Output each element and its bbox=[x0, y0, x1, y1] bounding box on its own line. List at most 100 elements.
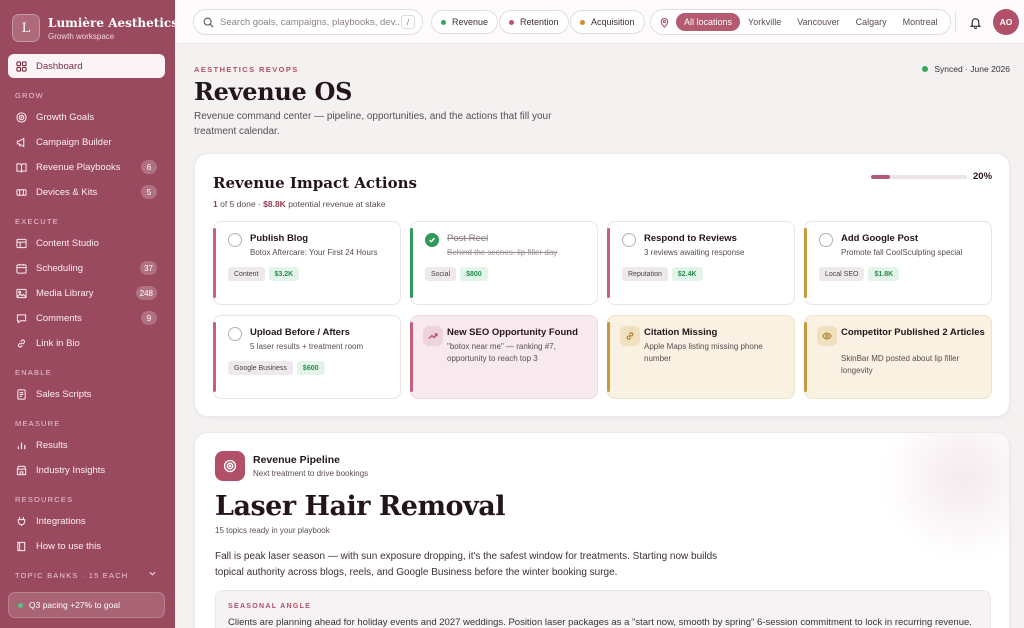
tile-title: Add Google Post bbox=[841, 233, 919, 244]
sidebar-item-dashboard[interactable]: Dashboard bbox=[8, 54, 165, 78]
section-topic-banks[interactable]: TOPIC BANKS · 15 EACH bbox=[8, 559, 165, 585]
category-tag: Reputation bbox=[622, 267, 668, 281]
tile-title: Publish Blog bbox=[250, 233, 309, 244]
checkmark-icon bbox=[429, 237, 435, 243]
bar-chart-icon bbox=[17, 442, 26, 449]
tile-description: Behind the scenes: lip filler day bbox=[447, 248, 558, 257]
bell-icon bbox=[969, 17, 981, 29]
sidebar-item-devices-kits[interactable]: Devices & Kits 5 bbox=[8, 180, 165, 204]
plug-icon bbox=[17, 516, 26, 526]
location-tab-all[interactable]: All locations bbox=[676, 13, 741, 31]
sidebar-item-label: Comments bbox=[36, 312, 82, 324]
sidebar-item-revenue-playbooks[interactable]: Revenue Playbooks 6 bbox=[8, 155, 165, 179]
sidebar-item-link-in-bio[interactable]: Link in Bio bbox=[8, 331, 165, 355]
status-dot bbox=[922, 66, 929, 72]
sidebar-item-sales-scripts[interactable]: Sales Scripts bbox=[8, 382, 165, 406]
category-tag: Content bbox=[228, 267, 265, 281]
search-input[interactable] bbox=[220, 16, 400, 28]
seasonal-angle-text: Clients are planning ahead for holiday e… bbox=[228, 617, 972, 628]
tile-accent bbox=[410, 322, 413, 392]
tile-accent bbox=[607, 322, 610, 392]
potential-label: potential revenue at stake bbox=[288, 199, 386, 209]
avatar[interactable]: AO bbox=[993, 9, 1019, 35]
count-badge: 5 bbox=[141, 185, 157, 199]
sidebar-item-how-to-use[interactable]: How to use this bbox=[8, 534, 165, 558]
action-tile-publish-blog[interactable]: Publish Blog Botox Aftercare: Your First… bbox=[213, 221, 401, 305]
count-badge: 6 bbox=[141, 160, 157, 174]
task-checkbox[interactable] bbox=[228, 327, 242, 341]
location-switcher: All locations Yorkville Vancouver Calgar… bbox=[650, 9, 951, 35]
tile-accent bbox=[804, 322, 807, 392]
task-checkbox[interactable] bbox=[819, 233, 833, 247]
action-tile-google-post[interactable]: Add Google Post Promote fall CoolSculpti… bbox=[804, 221, 992, 305]
calendar-icon bbox=[16, 263, 27, 274]
action-tile-respond-reviews[interactable]: Respond to Reviews 3 reviews awaiting re… bbox=[607, 221, 795, 305]
section-label-execute: EXECUTE bbox=[15, 217, 59, 226]
value-badge: $3.2K bbox=[268, 267, 300, 281]
tile-accent bbox=[213, 322, 216, 392]
notifications-button[interactable] bbox=[965, 12, 985, 32]
category-tag: Google Business bbox=[228, 361, 293, 375]
brand[interactable]: L Lumière Aesthetics Growth workspace bbox=[12, 14, 178, 42]
search-box[interactable]: / bbox=[193, 9, 423, 35]
chevron-down-icon bbox=[149, 571, 156, 576]
sidebar-item-comments[interactable]: Comments 9 bbox=[8, 306, 165, 330]
filter-label: Revenue bbox=[452, 17, 489, 27]
section-label-resources: RESOURCES bbox=[15, 495, 74, 504]
layout-icon bbox=[16, 238, 27, 248]
sidebar-item-media-library[interactable]: Media Library 248 bbox=[8, 281, 165, 305]
progress-fill bbox=[871, 175, 891, 179]
tile-description: 3 reviews awaiting response bbox=[644, 248, 745, 257]
location-tab-calgary[interactable]: Calgary bbox=[848, 13, 895, 31]
action-tile-post-reel[interactable]: Post Reel Behind the scenes: lip filler … bbox=[410, 221, 598, 305]
location-tab-montreal[interactable]: Montreal bbox=[895, 13, 946, 31]
store-icon bbox=[16, 465, 27, 475]
alert-tile-citation-missing[interactable]: Citation Missing Apple Maps listing miss… bbox=[607, 315, 795, 399]
of-label: of 5 done · bbox=[220, 199, 261, 209]
brand-logo: L bbox=[12, 14, 40, 42]
search-shortcut: / bbox=[401, 15, 415, 29]
progress-bar bbox=[871, 175, 967, 179]
tile-description: Apple Maps listing missing phone number bbox=[644, 342, 763, 363]
sidebar-item-integrations[interactable]: Integrations bbox=[8, 509, 165, 533]
sidebar-item-results[interactable]: Results bbox=[8, 433, 165, 457]
sidebar-item-label: Campaign Builder bbox=[36, 136, 112, 148]
sidebar-nav: Dashboard GROW Growth Goals Campaign Bui… bbox=[8, 54, 165, 585]
location-tab-vancouver[interactable]: Vancouver bbox=[789, 13, 847, 31]
tile-accent bbox=[804, 228, 807, 298]
task-checkbox[interactable] bbox=[622, 233, 636, 247]
sidebar-item-industry-insights[interactable]: Industry Insights bbox=[8, 458, 165, 482]
status-dot bbox=[441, 19, 446, 25]
filter-acquisition[interactable]: Acquisition bbox=[570, 10, 645, 34]
value-badge: $800 bbox=[460, 267, 488, 281]
pacing-status[interactable]: Q3 pacing +27% to goal bbox=[8, 592, 165, 618]
sidebar-item-campaign-builder[interactable]: Campaign Builder bbox=[8, 130, 165, 154]
tile-accent bbox=[607, 228, 610, 298]
task-checkbox[interactable] bbox=[228, 233, 242, 247]
alert-tile-competitor-articles[interactable]: Competitor Published 2 Articles SkinBar … bbox=[804, 315, 992, 399]
brand-subtitle: Growth workspace bbox=[48, 31, 115, 41]
location-tab-yorkville[interactable]: Yorkville bbox=[740, 13, 789, 31]
sidebar-item-scheduling[interactable]: Scheduling 37 bbox=[8, 256, 165, 280]
treatment-description: Fall is peak laser season — with sun exp… bbox=[215, 551, 718, 578]
megaphone-icon bbox=[16, 136, 25, 148]
sidebar-item-label: Sales Scripts bbox=[36, 388, 92, 400]
action-tile-upload-before-afters[interactable]: Upload Before / Afters 5 laser results +… bbox=[213, 315, 401, 399]
tile-title: Upload Before / Afters bbox=[250, 327, 350, 338]
sidebar-item-content-studio[interactable]: Content Studio bbox=[8, 231, 165, 255]
alert-icon-wrap bbox=[817, 326, 837, 346]
sidebar-item-label: Link in Bio bbox=[36, 337, 80, 349]
trend-up-icon bbox=[428, 333, 438, 339]
sidebar-item-growth-goals[interactable]: Growth Goals bbox=[8, 105, 165, 129]
topics-count: 15 topics ready in your playbook bbox=[215, 526, 330, 535]
book-icon bbox=[16, 162, 27, 173]
category-tag: Local SEO bbox=[819, 267, 865, 281]
alert-tile-seo-opportunity[interactable]: New SEO Opportunity Found "botox near me… bbox=[410, 315, 598, 399]
section-label-enable: ENABLE bbox=[15, 368, 52, 377]
filter-revenue[interactable]: Revenue bbox=[431, 10, 499, 34]
seasonal-angle-label: SEASONAL ANGLE bbox=[228, 603, 312, 610]
task-checkbox[interactable] bbox=[425, 233, 439, 247]
filter-retention[interactable]: Retention bbox=[499, 10, 569, 34]
chat-icon bbox=[16, 313, 27, 324]
sidebar-item-label: Devices & Kits bbox=[36, 186, 98, 198]
